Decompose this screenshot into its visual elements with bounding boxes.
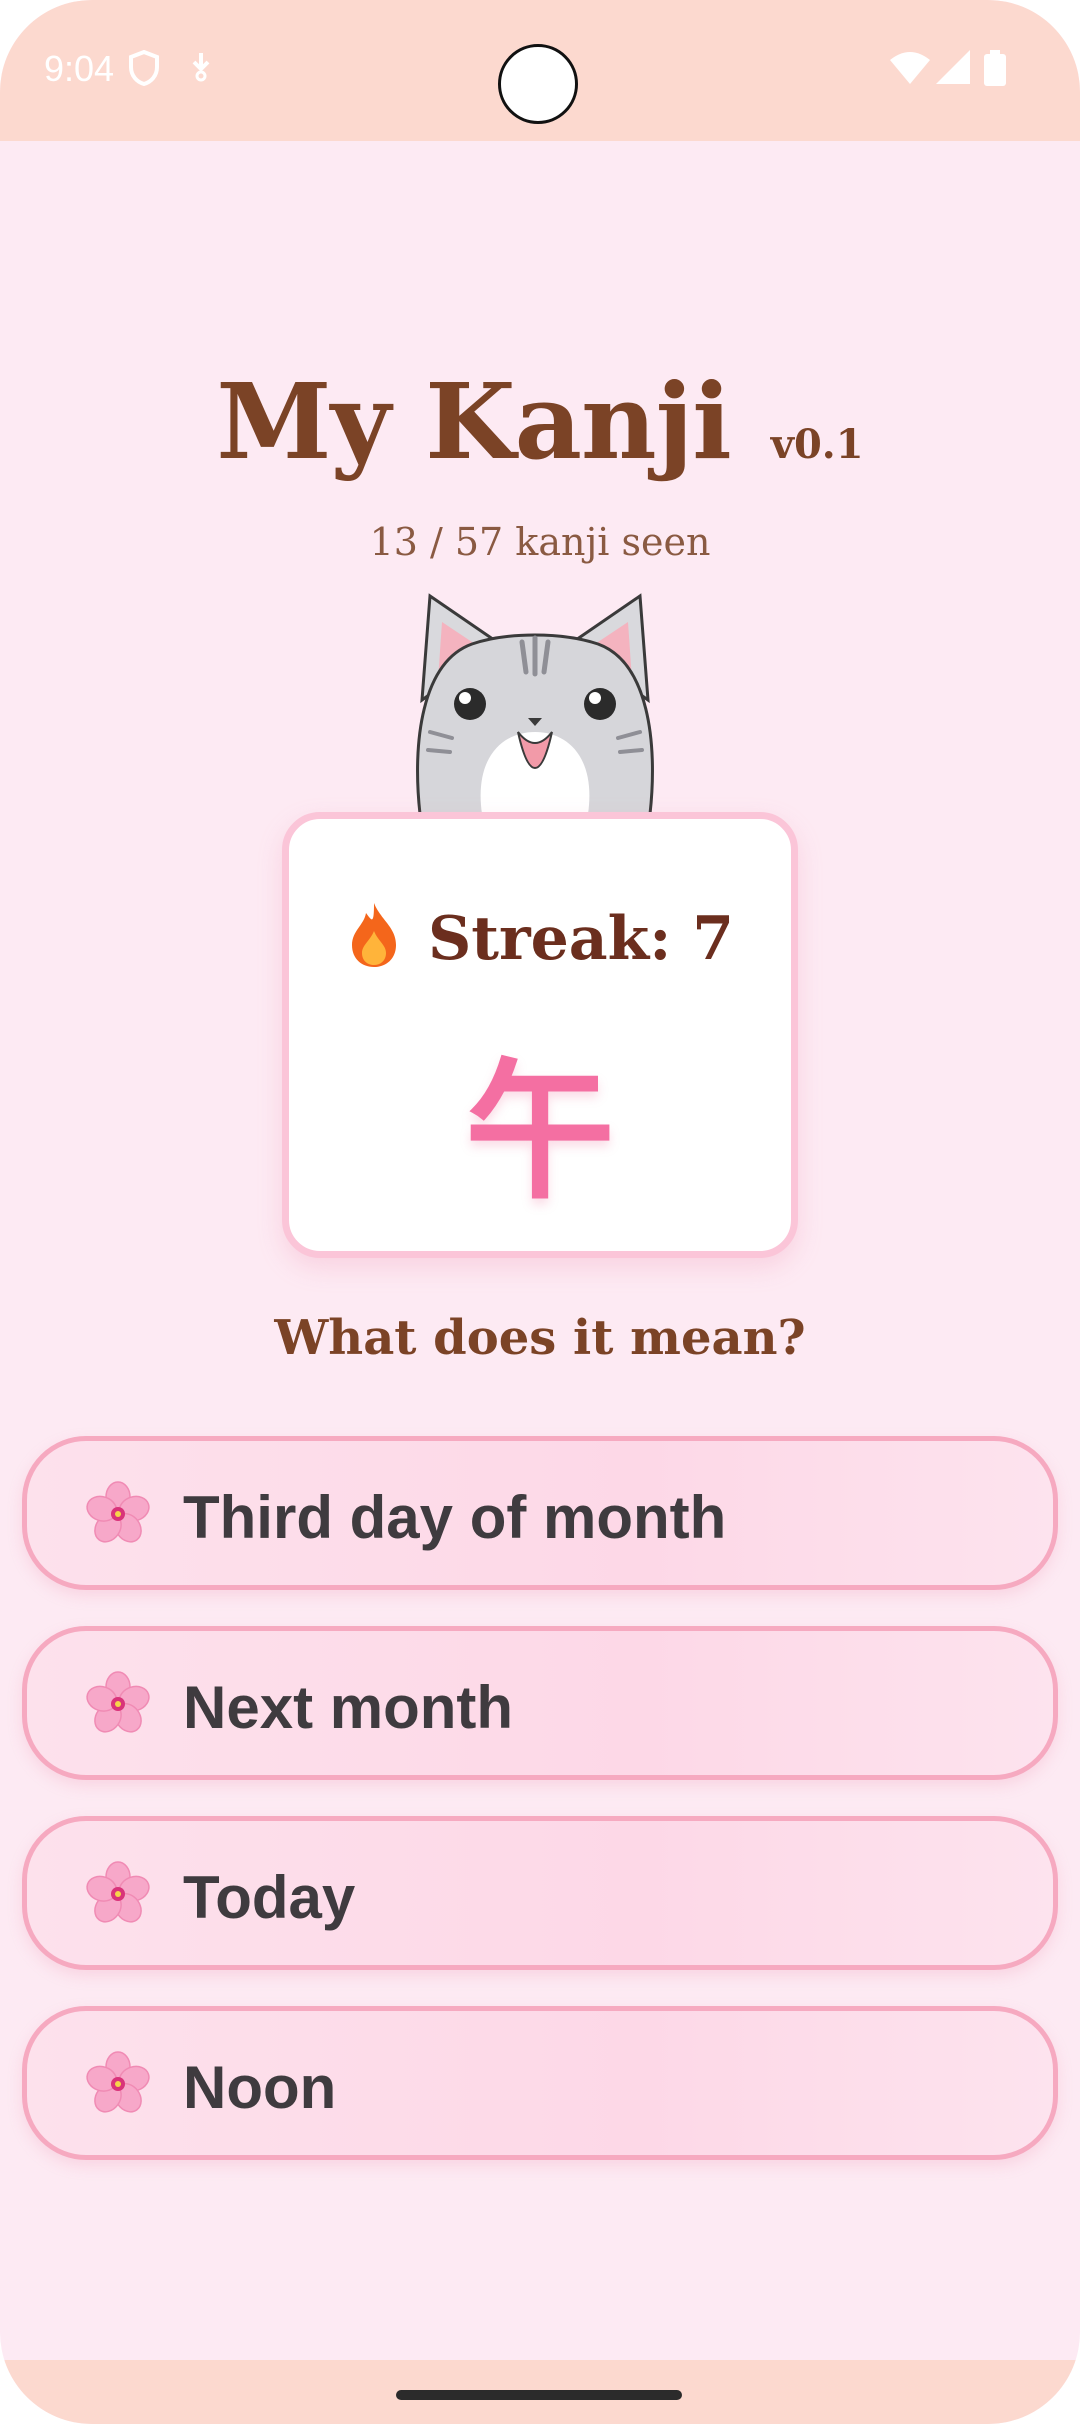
- battery-icon: [984, 50, 1006, 86]
- phone-screen: 9:04 My Kanji v0.1 13 / 57 kanji seen St…: [0, 0, 1080, 2424]
- kanji-card: Streak: 7 午: [282, 812, 798, 1258]
- streak-label: Streak: 7: [427, 904, 735, 974]
- cherry-blossom-icon: [86, 2051, 150, 2113]
- cherry-blossom-icon: [86, 1481, 150, 1543]
- cherry-blossom-icon: [86, 1861, 150, 1923]
- cat-mascot: [416, 593, 654, 814]
- navigation-bar: [0, 2360, 1080, 2424]
- download-icon: [192, 53, 210, 82]
- wifi-icon: [890, 52, 930, 84]
- progress-text: 13 / 57 kanji seen: [369, 520, 711, 564]
- kanji-character: 午: [464, 1046, 615, 1220]
- status-time: 9:04: [44, 48, 115, 89]
- app-version: v0.1: [770, 421, 864, 468]
- status-bar: 9:04: [0, 0, 1080, 141]
- shield-icon: [129, 50, 159, 86]
- home-gesture-handle[interactable]: [396, 2390, 682, 2400]
- fire-icon: [351, 903, 396, 967]
- answer-option-3[interactable]: Today: [22, 1816, 1058, 1970]
- app-title: My Kanji v0.1: [0, 360, 1080, 483]
- signal-icon: [936, 50, 970, 84]
- answer-option-1[interactable]: Third day of month: [22, 1436, 1058, 1590]
- answer-option-4[interactable]: Noon: [22, 2006, 1058, 2160]
- app-title-text: My Kanji: [216, 360, 731, 483]
- answer-option-label: Next month: [183, 1674, 513, 1741]
- cherry-blossom-icon: [86, 1671, 150, 1733]
- answer-option-2[interactable]: Next month: [22, 1626, 1058, 1780]
- answer-option-label: Third day of month: [183, 1484, 727, 1551]
- front-camera: [498, 44, 578, 124]
- answer-option-label: Today: [183, 1864, 356, 1931]
- streak-display: Streak: 7: [289, 901, 791, 974]
- answer-option-label: Noon: [183, 2054, 337, 2121]
- quiz-question: What does it mean?: [274, 1310, 806, 1366]
